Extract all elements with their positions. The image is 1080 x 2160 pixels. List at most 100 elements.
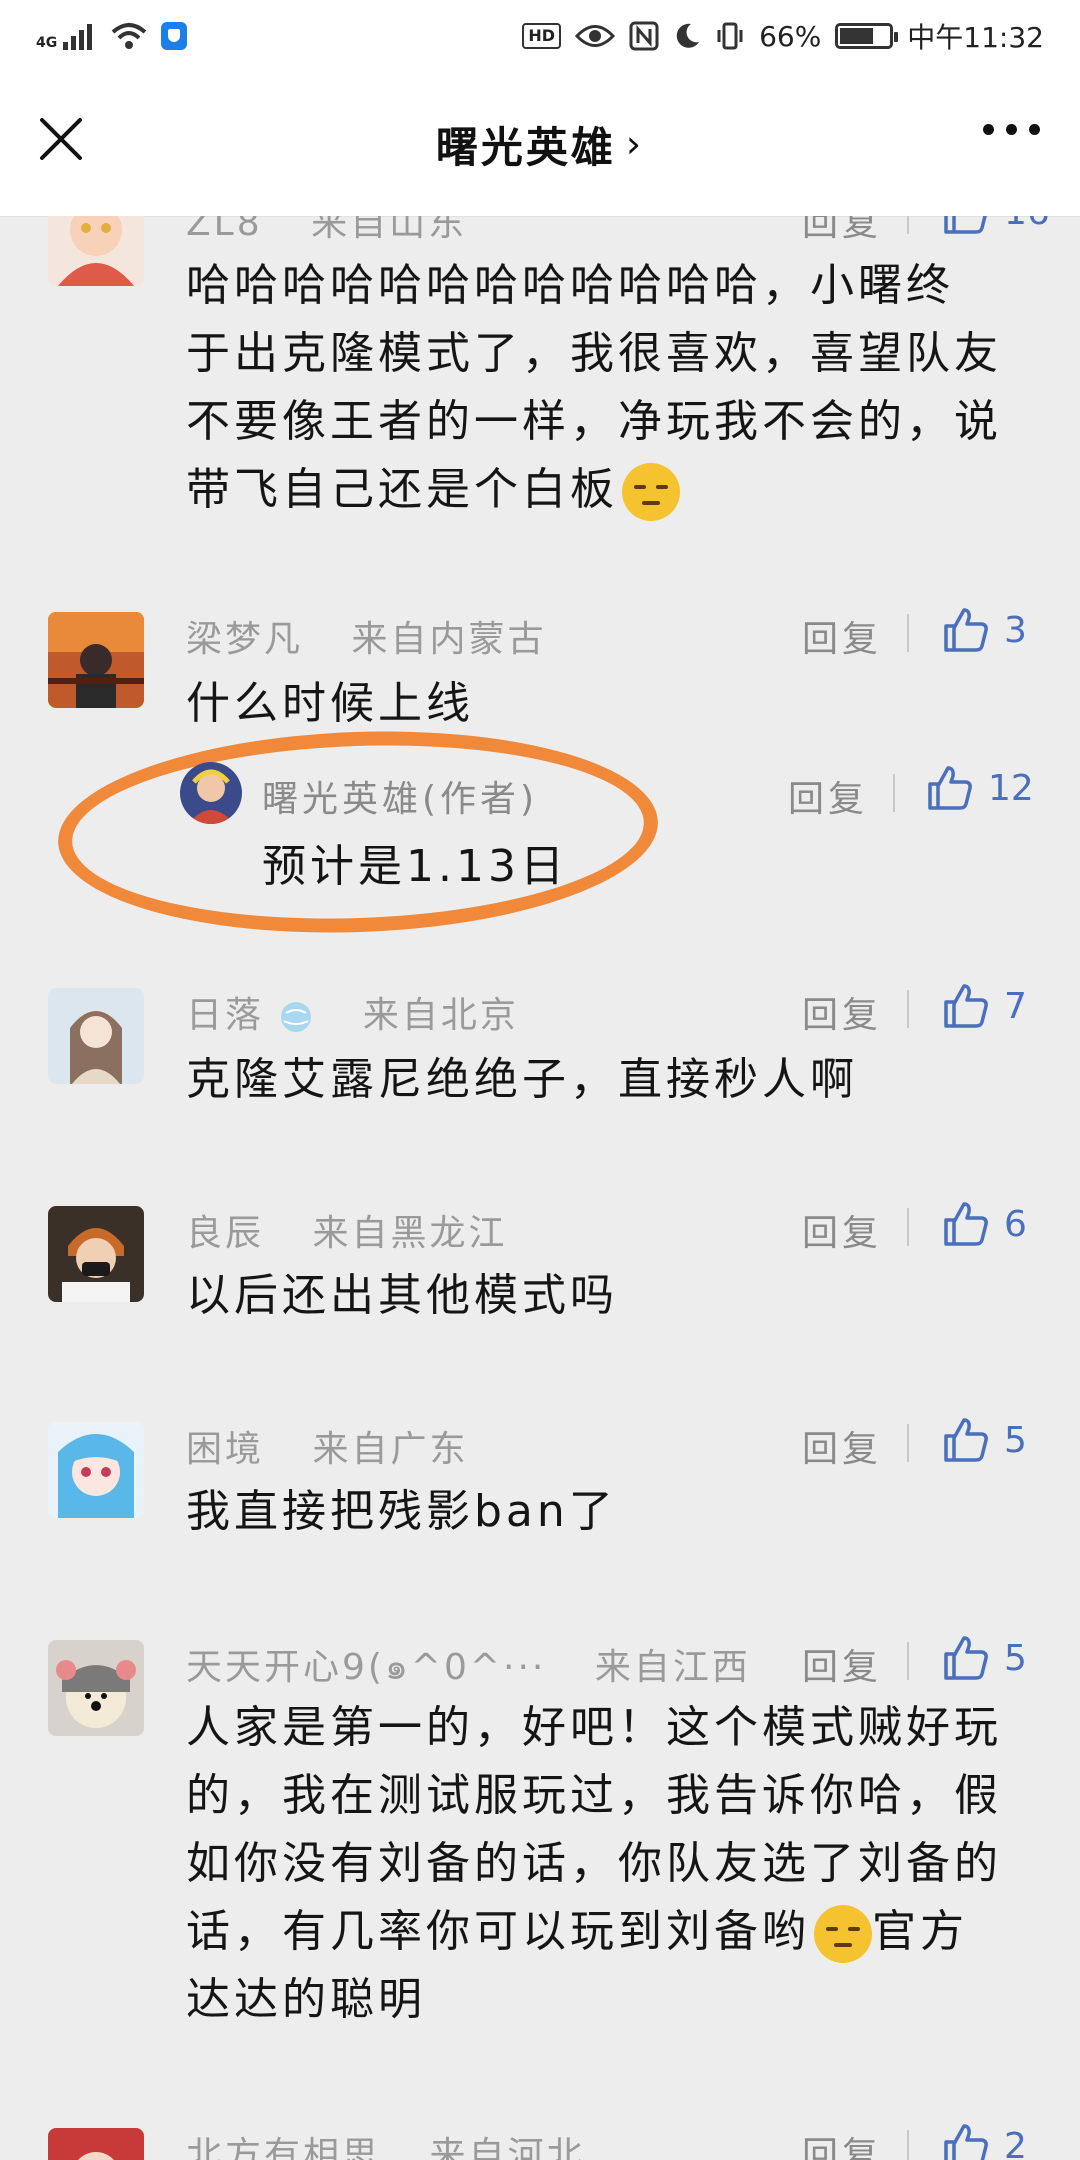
thumbs-up-icon <box>944 2124 988 2160</box>
thumbs-up-icon <box>944 216 987 234</box>
location: 来自北京 <box>362 995 519 1036</box>
comment-line: 的，我在测试服玩过，我告诉你哈，假 <box>186 1770 1002 1821</box>
clock-time: 中午11:32 <box>907 21 1044 54</box>
more-options-icon[interactable] <box>983 124 1040 135</box>
like-button[interactable]: 2 <box>942 2122 1027 2160</box>
close-icon[interactable] <box>38 116 84 162</box>
thumbs-up-icon <box>928 766 972 810</box>
reply-button[interactable]: 回复 <box>802 2126 882 2160</box>
reply-button[interactable]: 回复 <box>802 1420 882 1472</box>
divider <box>907 1424 909 1462</box>
comment-list[interactable]: ZL8 来自山东 回复 16 哈哈哈哈哈哈哈哈哈哈哈哈，小曙终 于出克隆模式了，… <box>0 216 1080 2160</box>
divider <box>907 216 909 234</box>
divider <box>907 990 909 1028</box>
comment-line: 哈哈哈哈哈哈哈哈哈哈哈哈，小曙终 <box>186 260 954 311</box>
divider <box>907 614 909 652</box>
like-count: 3 <box>1004 609 1027 651</box>
divider <box>893 774 895 812</box>
username[interactable]: 天天开心9(๑^0^··· <box>186 1647 546 1688</box>
avatar[interactable] <box>48 1206 144 1302</box>
comment-meta: 日落 来自北京 <box>186 986 519 1038</box>
location: 来自内蒙古 <box>351 619 547 660</box>
sweat-emoji-icon <box>622 463 680 521</box>
like-button[interactable]: 6 <box>942 1200 1027 1248</box>
like-count: 12 <box>988 767 1034 809</box>
status-left: 4G <box>36 21 188 51</box>
location: 来自广东 <box>312 1429 469 1470</box>
reply-button[interactable]: 回复 <box>802 1204 882 1256</box>
reply-button[interactable]: 回复 <box>788 770 868 822</box>
battery-icon <box>835 23 899 49</box>
username[interactable]: 北方有相思 <box>186 2135 381 2160</box>
comment-meta: ZL8 来自山东 <box>186 216 467 246</box>
drooling-face-emoji-icon <box>814 1905 872 1963</box>
avatar[interactable] <box>48 988 144 1084</box>
like-count: 6 <box>1004 1203 1027 1245</box>
username[interactable]: 梁梦凡 <box>186 619 303 660</box>
reply-button[interactable]: 回复 <box>802 610 882 662</box>
location: 来自河北 <box>429 2135 586 2160</box>
comment-meta: 困境 来自广东 <box>186 1420 468 1472</box>
page-title[interactable]: 曙光英雄 › <box>436 114 644 175</box>
page-title-text: 曙光英雄 <box>435 122 616 172</box>
location: 来自江西 <box>594 1647 751 1688</box>
username[interactable]: 日落 <box>186 995 264 1036</box>
thumbs-up-icon <box>944 608 988 652</box>
like-button[interactable]: 5 <box>942 1416 1027 1464</box>
avatar[interactable] <box>48 2128 144 2160</box>
location: 来自黑龙江 <box>312 1213 508 1254</box>
location: 来自山东 <box>311 216 468 244</box>
status-right: HD 66% 中午11:32 <box>522 16 1044 56</box>
comment-meta: 良辰 来自黑龙江 <box>186 1204 507 1256</box>
author-avatar[interactable] <box>180 762 242 824</box>
thumbs-up-icon <box>944 984 988 1028</box>
like-button[interactable]: 7 <box>942 982 1027 1030</box>
like-button[interactable]: 12 <box>926 764 1034 812</box>
username[interactable]: 困境 <box>186 1429 264 1470</box>
reply-button[interactable]: 回复 <box>802 986 882 1038</box>
network-type: 4G <box>36 35 58 51</box>
comment-line: 达达的聪明 <box>186 1974 426 2025</box>
comment-line: 不要像王者的一样，净玩我不会的，说 <box>186 396 1002 447</box>
like-button[interactable]: 3 <box>942 606 1027 654</box>
nfc-icon <box>629 21 659 51</box>
comment-text: 克隆艾露尼绝绝子，直接秒人啊 <box>186 1054 858 1105</box>
divider <box>907 2130 909 2160</box>
comment-line: 于出克隆模式了，我很喜欢，喜望队友 <box>186 328 1002 379</box>
wifi-icon <box>111 23 147 49</box>
avatar[interactable] <box>48 1640 144 1736</box>
comment-meta: 北方有相思 来自河北 <box>186 2126 585 2160</box>
status-bar: 4G HD 66% 中午11:32 <box>0 0 1080 72</box>
battery-percent: 66% <box>759 19 822 53</box>
comment-text: 人家是第一的，好吧！这个模式贼好玩 的，我在测试服玩过，我告诉你哈，假 如你没有… <box>186 1694 1026 2034</box>
globe-emoji-icon <box>281 1002 312 1032</box>
reply-button[interactable]: 回复 <box>802 216 882 246</box>
avatar[interactable] <box>48 612 144 708</box>
comment-line: 如你没有刘备的话，你队友选了刘备的 <box>186 1838 1002 1889</box>
signal-icon <box>63 24 93 50</box>
chevron-right-icon: › <box>625 122 645 166</box>
username[interactable]: ZL8 <box>186 216 263 244</box>
avatar[interactable] <box>48 1422 144 1518</box>
thumbs-up-icon <box>944 1636 988 1680</box>
comment-text: 什么时候上线 <box>186 678 474 729</box>
comment-meta: 天天开心9(๑^0^··· 来自江西 <box>186 1638 751 1695</box>
comment-line-text: 话，有几率你可以玩到刘备哟 <box>186 1906 810 1957</box>
avatar[interactable] <box>48 216 144 286</box>
like-button[interactable]: 5 <box>942 1634 1027 1682</box>
like-count: 5 <box>1004 1637 1027 1679</box>
like-count: 16 <box>1004 216 1050 233</box>
thumbs-up-icon <box>944 1202 988 1246</box>
divider <box>907 1642 909 1680</box>
comment-line-text: 官方 <box>872 1906 968 1957</box>
author-name[interactable]: 曙光英雄(作者) <box>262 770 538 822</box>
like-count: 5 <box>1004 1419 1027 1461</box>
like-count: 7 <box>1004 985 1027 1027</box>
eye-icon <box>575 25 616 47</box>
reply-button[interactable]: 回复 <box>802 1638 882 1690</box>
comment-line: 话，有几率你可以玩到刘备哟 官方 <box>186 1898 1026 1966</box>
divider <box>907 1208 909 1246</box>
like-button[interactable]: 16 <box>942 216 1050 236</box>
username[interactable]: 良辰 <box>186 1213 264 1254</box>
vibrate-icon <box>717 22 743 50</box>
